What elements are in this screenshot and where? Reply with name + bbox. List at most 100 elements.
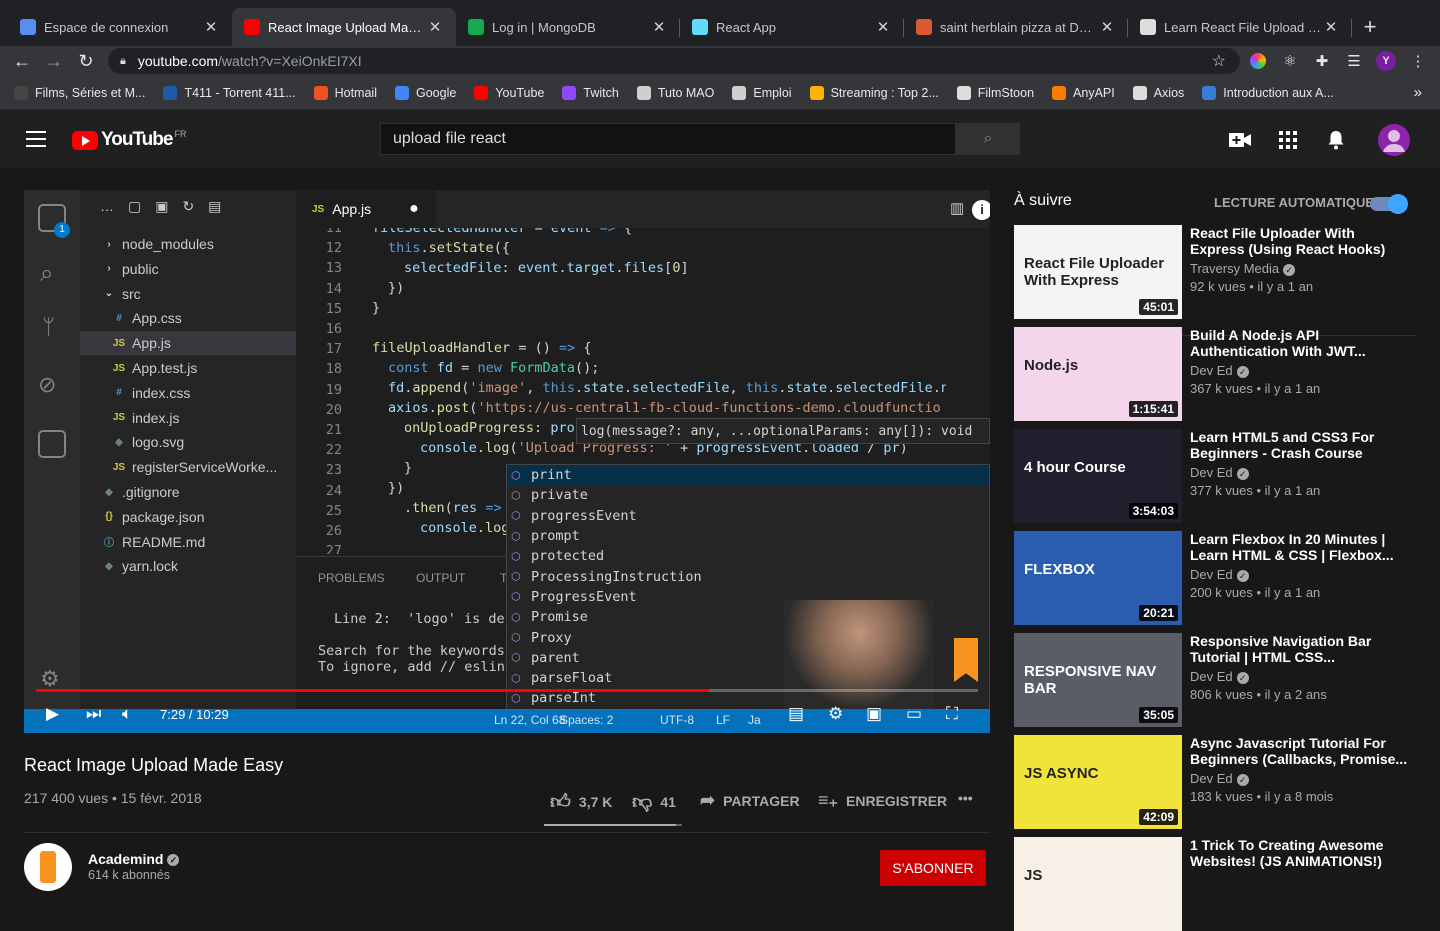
browser-tab[interactable]: React Image Upload Made Easy✕ [232,8,456,46]
video-thumbnail[interactable]: JS ASYNC 42:09 [1014,735,1182,829]
more-actions-icon[interactable]: ••• [958,790,973,806]
forward-icon[interactable]: → [38,46,70,76]
channel-name[interactable]: Academind ✓ [88,851,180,867]
bookmark-item[interactable]: Tuto MAO [636,85,714,100]
video-card-title[interactable]: React File Uploader With Express (Using … [1190,225,1410,257]
video-thumbnail[interactable]: 4 hour Course 3:54:03 [1014,429,1182,523]
address-bar[interactable]: 🔒︎ youtube.com/watch?v=XeiOnkEI7XI ☆ [108,48,1240,74]
fullscreen-icon[interactable]: ⛶ [946,703,958,725]
close-tab-icon[interactable]: ✕ [1322,18,1340,36]
browser-tab[interactable]: Learn React File Upload In 5 Minutes✕ [1128,8,1352,46]
debug-icon: ⊘ [38,372,57,397]
video-player[interactable]: 1 ⌕ ᛘ ⊘ ⚙ …▢▣↻▤ › node_modules › public ⌄ src… [24,190,990,733]
video-thumbnail[interactable]: JS [1014,837,1182,931]
video-card-channel[interactable]: Dev Ed ✓ [1190,771,1249,786]
channel-avatar[interactable] [24,843,72,891]
bookmark-item[interactable]: T411 - Torrent 411... [163,85,296,100]
bookmark-item[interactable]: Emploi [732,85,792,100]
video-card-channel[interactable]: Dev Ed ✓ [1190,669,1249,684]
bookmark-item[interactable]: Introduction aux A... [1202,85,1334,100]
media-queue-icon[interactable]: ☰ [1340,46,1368,76]
bookmark-favicon-icon [313,85,328,100]
video-views-date: 217 400 vues • 15 févr. 2018 [24,790,202,806]
close-tab-icon[interactable]: ✕ [874,18,892,36]
profile-avatar[interactable]: Y [1372,46,1400,76]
back-icon[interactable]: ← [6,46,38,76]
search-input[interactable]: upload file react [380,123,956,155]
react-devtools-icon[interactable]: ⚛ [1276,46,1304,76]
video-card-channel[interactable]: Dev Ed ✓ [1190,567,1249,582]
youtube-logo[interactable]: YouTube FR [72,129,186,151]
close-tab-icon[interactable]: ✕ [202,18,220,36]
bookmark-item[interactable]: AnyAPI [1052,85,1115,100]
recommended-video[interactable]: 4 hour Course 3:54:03 Learn HTML5 and CSS3… [1014,429,1424,523]
browser-tab[interactable]: React App ✕ [680,8,904,46]
subtitles-icon[interactable]: ▤ [788,703,804,725]
video-progress-bar[interactable] [36,689,978,692]
bookmark-item[interactable]: Axios [1132,85,1184,100]
recommended-video[interactable]: RESPONSIVE NAV BAR 35:05 Responsive Naviga… [1014,633,1424,727]
play-icon[interactable]: ▶ [46,703,59,725]
close-tab-icon[interactable]: ✕ [1098,18,1116,36]
video-card-title[interactable]: Learn Flexbox In 20 Minutes | Learn HTML… [1190,531,1410,563]
autoplay-toggle[interactable] [1370,194,1408,214]
close-tab-icon[interactable]: ✕ [650,18,668,36]
info-icon[interactable]: i [972,200,990,220]
browser-tab[interactable]: Espace de connexion ✕ [8,8,232,46]
video-duration: 20:21 [1139,605,1178,621]
video-card-channel[interactable]: Dev Ed ✓ [1190,363,1249,378]
bookmark-item[interactable]: Twitch [562,85,619,100]
video-thumbnail[interactable]: React File Uploader With Express 45:01 [1014,225,1182,319]
video-card-title[interactable]: Async Javascript Tutorial For Beginners … [1190,735,1410,767]
save-label: ENREGISTRER [846,792,948,809]
next-video-icon[interactable]: ⏭ [86,703,101,725]
browser-tab[interactable]: Log in | MongoDB ✕ [456,8,680,46]
video-card-title[interactable]: Learn HTML5 and CSS3 For Beginners - Cra… [1190,429,1410,461]
save-button[interactable]: ≡₊ ENREGISTRER [818,790,947,811]
video-card-title[interactable]: Build A Node.js API Authentication With … [1190,327,1410,359]
suggestion-label: ProgressEvent [531,588,637,605]
browser-tab[interactable]: saint herblain pizza at DuckDuckGo✕ [904,8,1128,46]
bookmark-star-icon[interactable]: ☆ [1212,51,1226,71]
video-thumbnail[interactable]: FLEXBOX 20:21 [1014,531,1182,625]
bookmark-item[interactable]: Streaming : Top 2... [809,85,939,100]
more-bookmarks-icon[interactable]: » [1414,84,1422,101]
color-extension-icon[interactable] [1244,46,1272,76]
bookmark-item[interactable]: Hotmail [313,85,377,100]
reload-icon[interactable]: ↻ [70,46,102,76]
video-card-title[interactable]: Responsive Navigation Bar Tutorial | HTM… [1190,633,1410,665]
video-card-channel[interactable]: Dev Ed ✓ [1190,465,1249,480]
like-button[interactable]: 👍︎ 3,7 K [550,790,612,814]
recommended-video[interactable]: JS ASYNC 42:09 Async Javascript Tutorial F… [1014,735,1424,829]
subscribe-button[interactable]: S'ABONNER [880,850,986,886]
new-tab-button[interactable]: + [1352,8,1388,46]
create-video-icon[interactable] [1228,128,1252,152]
menu-icon[interactable] [26,131,46,152]
recommended-video[interactable]: JS 1 Trick To Creating Awesome Websites! … [1014,837,1424,931]
theater-mode-icon[interactable]: ▭ [906,703,922,725]
video-card-channel[interactable]: Traversy Media ✓ [1190,261,1296,276]
share-button[interactable]: ➦ PARTAGER [700,790,800,811]
browser-menu-icon[interactable]: ⋮ [1404,46,1432,76]
recommended-video[interactable]: React File Uploader With Express 45:01 Rea… [1014,225,1424,319]
apps-grid-icon[interactable] [1276,128,1300,152]
extensions-icon[interactable]: ✚ [1308,46,1336,76]
bookmark-item[interactable]: Google [394,85,456,100]
search-icon[interactable]: ⌕ [956,123,1020,155]
account-avatar[interactable] [1378,124,1410,156]
video-thumbnail[interactable]: Node.js 1:15:41 [1014,327,1182,421]
bookmark-item[interactable]: Films, Séries et M... [14,85,145,100]
recommended-video[interactable]: Node.js 1:15:41 Build A Node.js API Authen… [1014,327,1424,421]
dislike-button[interactable]: 👎︎ 41 [632,790,676,814]
miniplayer-icon[interactable]: ▣ [866,703,882,725]
player-settings-icon[interactable]: ⚙ [828,703,843,725]
notifications-bell-icon[interactable] [1324,128,1348,152]
video-thumbnail[interactable]: RESPONSIVE NAV BAR 35:05 [1014,633,1182,727]
recommended-video[interactable]: FLEXBOX 20:21 Learn Flexbox In 20 Minutes … [1014,531,1424,625]
symbol-kind-icon: ⬡ [511,509,521,523]
video-card-title[interactable]: 1 Trick To Creating Awesome Websites! (J… [1190,837,1410,869]
bookmark-item[interactable]: FilmStoon [956,85,1034,100]
close-tab-icon[interactable]: ✕ [426,18,444,36]
volume-icon[interactable]: 🔈︎ [122,703,132,725]
bookmark-item[interactable]: YouTube [474,85,544,100]
